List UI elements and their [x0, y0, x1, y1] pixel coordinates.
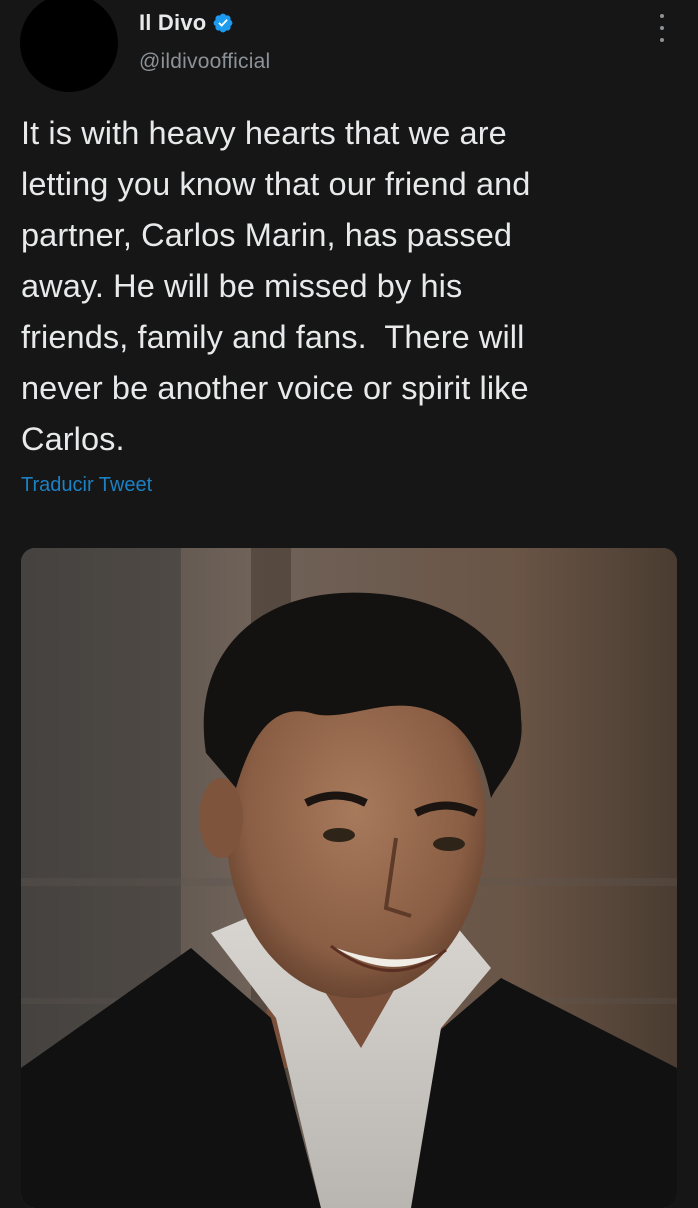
display-name[interactable]: Il Divo: [139, 10, 206, 36]
verified-badge-icon: [212, 12, 234, 34]
portrait-photo: [21, 548, 677, 1208]
tweet-media-photo[interactable]: [21, 548, 677, 1208]
handle[interactable]: @ildivoofficial: [139, 50, 270, 74]
tweet-text: It is with heavy hearts that we are lett…: [21, 115, 531, 457]
author-row: Il Divo: [139, 8, 234, 38]
more-vertical-icon[interactable]: [652, 14, 672, 42]
tweet: Il Divo @ildivoofficial It is with heavy…: [0, 0, 698, 1208]
avatar[interactable]: [20, 0, 118, 92]
translate-tweet-link[interactable]: Traducir Tweet: [21, 474, 152, 497]
